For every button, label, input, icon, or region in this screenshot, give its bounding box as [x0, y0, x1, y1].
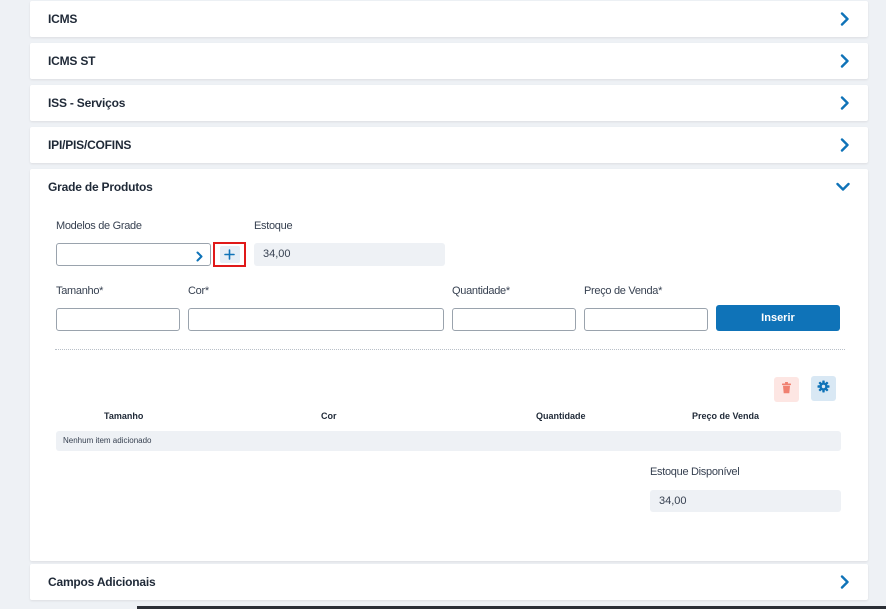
table-header-quantidade: Quantidade	[536, 411, 586, 421]
trash-icon	[781, 381, 792, 399]
chevron-right-icon	[840, 12, 850, 26]
estoque-label: Estoque	[254, 220, 293, 232]
estoque-disponivel-label: Estoque Disponível	[650, 466, 740, 478]
section-icms-st-header[interactable]: ICMS ST	[30, 43, 868, 79]
tamanho-input[interactable]	[56, 308, 180, 331]
table-header-cor: Cor	[321, 411, 337, 421]
preco-venda-input[interactable]	[584, 308, 708, 331]
gear-icon	[817, 380, 830, 398]
table-header-tamanho: Tamanho	[104, 411, 144, 421]
section-icms-st: ICMS ST	[30, 43, 868, 79]
preco-venda-label: Preço de Venda*	[584, 285, 663, 297]
section-grade-produtos: Grade de Produtos Modelos de Grade Estoq…	[30, 169, 868, 561]
section-icms-header[interactable]: ICMS	[30, 1, 868, 37]
section-ipi-pis-cofins-header[interactable]: IPI/PIS/COFINS	[30, 127, 868, 163]
modelos-grade-select[interactable]	[56, 243, 211, 266]
settings-button[interactable]	[811, 376, 836, 401]
section-iss-header[interactable]: ISS - Serviços	[30, 85, 868, 121]
quantidade-input[interactable]	[452, 308, 576, 331]
chevron-right-icon	[840, 96, 850, 110]
section-grade-produtos-title: Grade de Produtos	[48, 180, 153, 194]
table-empty-row: Nenhum item adicionado	[56, 431, 841, 451]
table-header-preco-venda: Preço de Venda	[692, 411, 760, 421]
section-iss: ISS - Serviços	[30, 85, 868, 121]
section-icms-st-title: ICMS ST	[48, 54, 96, 68]
section-campos-adicionais: Campos Adicionais	[30, 564, 868, 600]
chevron-right-icon	[840, 54, 850, 68]
section-grade-produtos-header[interactable]: Grade de Produtos	[30, 169, 868, 205]
cor-input[interactable]	[188, 308, 444, 331]
delete-button[interactable]	[774, 377, 799, 402]
quantidade-label: Quantidade*	[452, 285, 510, 297]
tamanho-label: Tamanho*	[56, 285, 104, 297]
add-modelo-grade-button[interactable]	[213, 242, 246, 267]
section-icms: ICMS	[30, 1, 868, 37]
section-ipi-pis-cofins: IPI/PIS/COFINS	[30, 127, 868, 163]
section-ipi-pis-cofins-title: IPI/PIS/COFINS	[48, 138, 132, 152]
estoque-value: 34,00	[254, 243, 445, 266]
cor-label: Cor*	[188, 285, 209, 297]
plus-icon	[219, 246, 240, 263]
section-icms-title: ICMS	[48, 12, 78, 26]
chevron-right-icon	[840, 138, 850, 152]
section-iss-title: ISS - Serviços	[48, 96, 126, 110]
section-campos-adicionais-title: Campos Adicionais	[48, 575, 156, 589]
estoque-disponivel-value: 34,00	[650, 490, 841, 512]
chevron-down-icon	[836, 182, 850, 192]
section-campos-adicionais-header[interactable]: Campos Adicionais	[30, 564, 868, 600]
divider	[55, 349, 845, 350]
inserir-button[interactable]: Inserir	[716, 305, 840, 331]
modelos-grade-label: Modelos de Grade	[56, 220, 142, 232]
chevron-right-icon	[840, 575, 850, 589]
modelos-grade-value	[57, 248, 63, 260]
chevron-right-icon	[196, 249, 203, 267]
